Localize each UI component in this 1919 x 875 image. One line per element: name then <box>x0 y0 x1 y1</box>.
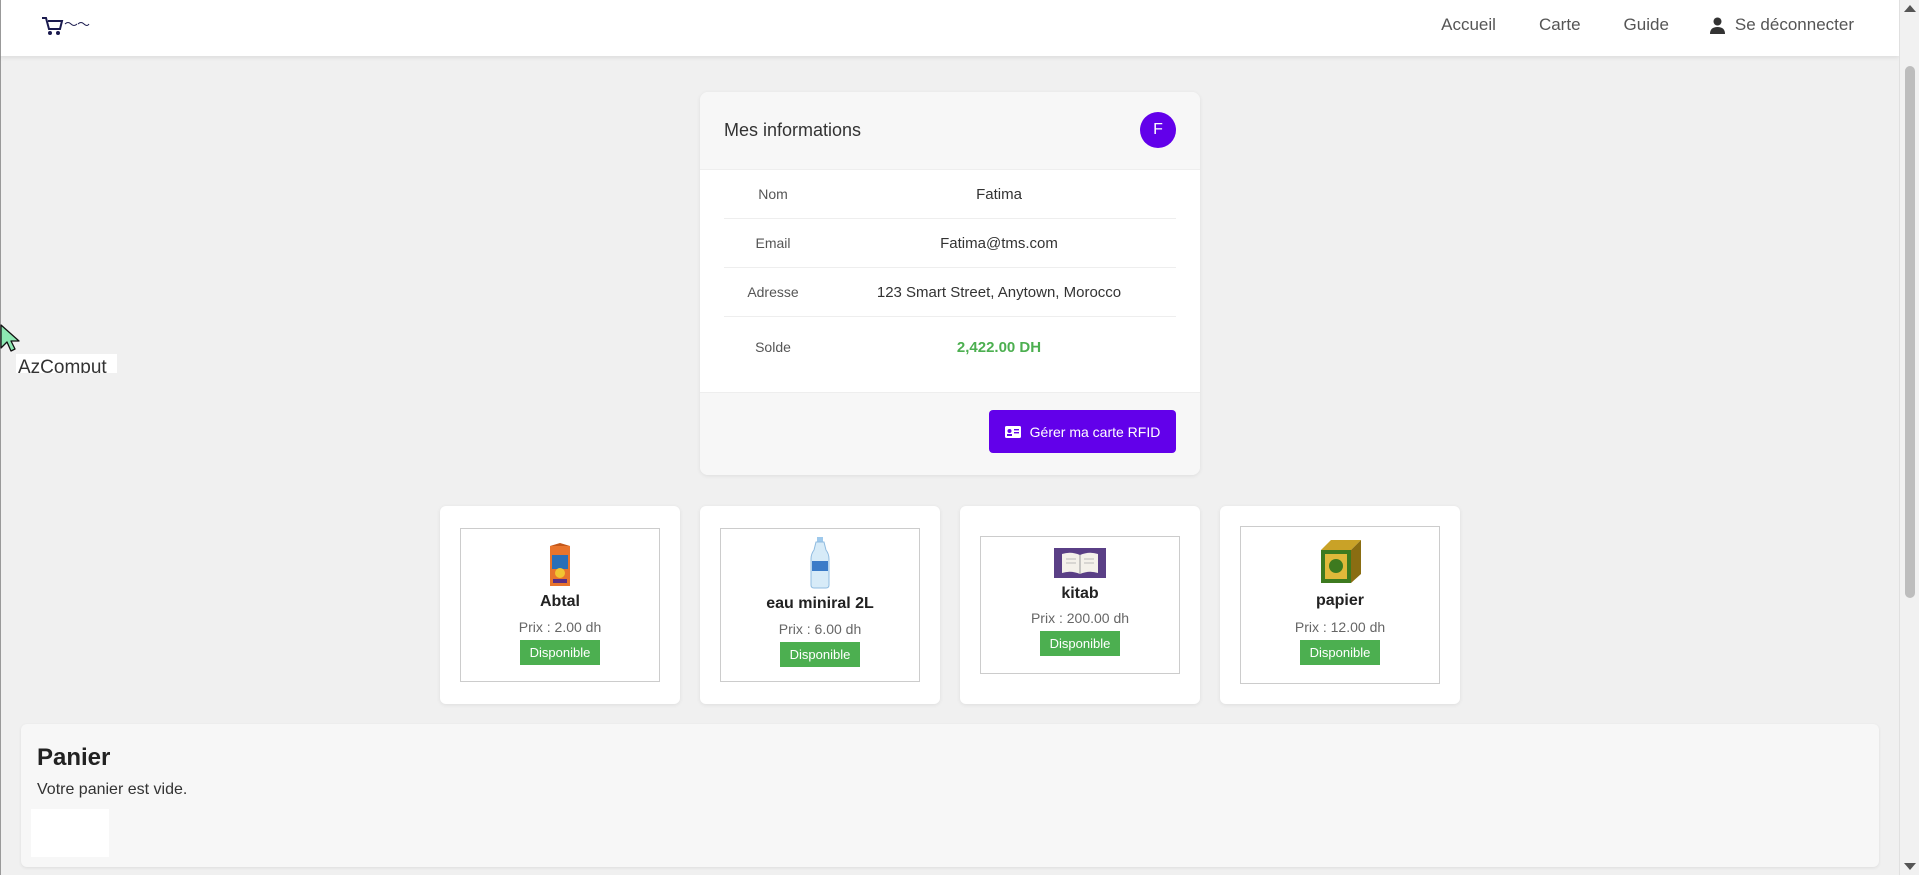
product-price: Prix : 200.00 dh <box>1030 610 1130 626</box>
info-value: Fatima <box>976 185 1022 203</box>
product-tile: Abtal Prix : 2.00 dh Disponible <box>460 528 660 682</box>
vertical-scrollbar[interactable] <box>1899 0 1919 875</box>
info-value: 123 Smart Street, Anytown, Morocco <box>876 283 1122 301</box>
scrollbar-thumb[interactable] <box>1905 66 1915 598</box>
user-icon <box>1709 17 1725 34</box>
product-tile: papier Prix : 12.00 dh Disponible <box>1240 526 1440 684</box>
cart-section: Panier Votre panier est vide. <box>21 724 1879 867</box>
nav-link-accueil[interactable]: Accueil <box>1441 15 1496 35</box>
navbar: Accueil Carte Guide Se déconnecter <box>0 0 1899 56</box>
product-card[interactable]: kitab Prix : 200.00 dh Disponible <box>960 506 1200 704</box>
product-card[interactable]: eau miniral 2L Prix : 6.00 dh Disponible <box>700 506 940 704</box>
info-value: Fatima@tms.com <box>940 234 1058 252</box>
info-label: Adresse <box>747 284 799 300</box>
product-price: Prix : 6.00 dh <box>778 621 862 637</box>
rfid-button-label: Gérer ma carte RFID <box>1029 423 1161 440</box>
info-card-title: Mes informations <box>724 120 862 140</box>
info-card-header: Mes informations F <box>700 92 1200 170</box>
scroll-up-arrow-icon[interactable] <box>1904 5 1916 12</box>
info-row-nom: Nom Fatima <box>724 170 1176 219</box>
tea-box-icon <box>1321 540 1361 583</box>
nav-link-carte[interactable]: Carte <box>1539 15 1581 35</box>
nav-links: Accueil Carte Guide Se déconnecter <box>1398 0 1854 50</box>
product-card[interactable]: Abtal Prix : 2.00 dh Disponible <box>440 506 680 704</box>
cart-placeholder <box>31 809 109 857</box>
info-card-footer: Gérer ma carte RFID <box>700 392 1200 475</box>
info-label: Solde <box>755 339 791 355</box>
window-edge <box>0 0 1 875</box>
product-name: kitab <box>1061 585 1099 602</box>
manage-rfid-card-button[interactable]: Gérer ma carte RFID <box>989 410 1176 453</box>
product-card[interactable]: papier Prix : 12.00 dh Disponible <box>1220 506 1460 704</box>
scroll-down-arrow-icon[interactable] <box>1904 863 1916 870</box>
info-label: Nom <box>758 186 788 202</box>
avatar: F <box>1140 112 1176 148</box>
product-name: Abtal <box>540 593 580 610</box>
availability-badge: Disponible <box>779 642 861 667</box>
site-logo[interactable] <box>40 14 92 38</box>
info-row-email: Email Fatima@tms.com <box>724 219 1176 268</box>
cart-empty-message: Votre panier est vide. <box>37 781 188 798</box>
info-label: Email <box>755 235 791 251</box>
juice-box-icon <box>550 543 570 586</box>
mouse-cursor-icon <box>0 324 20 352</box>
water-bottle-icon <box>810 537 830 589</box>
overlay-label: AzComput <box>16 354 117 373</box>
info-row-adresse: Adresse 123 Smart Street, Anytown, Moroc… <box>724 268 1176 317</box>
product-tile: kitab Prix : 200.00 dh Disponible <box>980 536 1180 674</box>
info-row-solde: Solde 2,422.00 DH <box>724 317 1176 377</box>
logout-label: Se déconnecter <box>1734 15 1854 34</box>
product-name: papier <box>1315 592 1364 609</box>
info-table: Nom Fatima Email Fatima@tms.com Adresse … <box>700 170 1200 392</box>
logout-button[interactable]: Se déconnecter <box>1709 15 1854 35</box>
id-card-icon <box>1004 425 1021 438</box>
nav-link-guide[interactable]: Guide <box>1624 15 1669 35</box>
availability-badge: Disponible <box>1299 640 1381 665</box>
cart-title: Panier <box>37 744 111 771</box>
product-name: eau miniral 2L <box>766 595 874 612</box>
user-info-card: Mes informations F Nom Fatima Email Fati… <box>700 92 1200 475</box>
availability-badge: Disponible <box>1039 631 1121 656</box>
book-icon <box>1054 548 1106 578</box>
product-tile: eau miniral 2L Prix : 6.00 dh Disponible <box>720 528 920 682</box>
product-price: Prix : 12.00 dh <box>1294 619 1386 635</box>
product-price: Prix : 2.00 dh <box>518 619 602 635</box>
balance-value: 2,422.00 DH <box>956 338 1042 356</box>
availability-badge: Disponible <box>519 640 601 665</box>
